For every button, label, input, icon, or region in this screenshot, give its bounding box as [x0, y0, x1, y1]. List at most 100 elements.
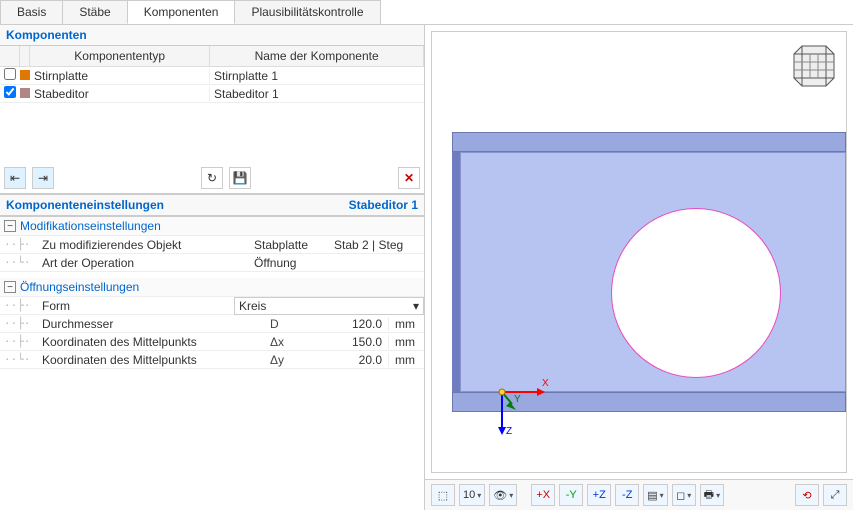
settings-title: Komponenteneinstellungen	[6, 198, 164, 212]
reset-icon: ⟲	[802, 489, 811, 502]
components-title: Komponenten	[6, 28, 87, 42]
components-header: Komponenten	[0, 25, 424, 46]
tree-icon: ··├·	[0, 335, 40, 348]
view-visibility-button[interactable]: 👁▾	[489, 484, 517, 506]
prop-extra: Stab 2 | Steg	[334, 238, 424, 252]
group-label: Modifikationseinstellungen	[20, 219, 161, 233]
cube-icon: ◻	[676, 489, 685, 502]
row-checkbox[interactable]	[4, 86, 16, 98]
chevron-down-icon: ▾	[687, 491, 691, 500]
prop-row[interactable]: ··└· Koordinaten des Mittelpunkts Δy 20.…	[0, 351, 424, 369]
move-last-button[interactable]: ⇥	[32, 167, 54, 189]
tab-basis[interactable]: Basis	[0, 0, 63, 24]
view-expand-button[interactable]: ⤢	[823, 484, 847, 506]
view-reset-button[interactable]: ⟲	[795, 484, 819, 506]
chevron-down-icon: ▾	[477, 491, 481, 500]
prop-row[interactable]: ··├· Form Kreis ▾	[0, 297, 424, 315]
group-label: Öffnungseinstellungen	[20, 280, 139, 294]
row-type: Stirnplatte	[30, 69, 209, 83]
delete-button[interactable]: ✕	[398, 167, 420, 189]
prop-symbol: Δx	[270, 335, 298, 349]
view-zoom-button[interactable]: 10▾	[459, 484, 485, 506]
move-first-button[interactable]: ⇤	[4, 167, 26, 189]
prop-row[interactable]: ··├· Durchmesser D 120.0 mm	[0, 315, 424, 333]
axis-gizmo: X Y Z	[482, 372, 552, 442]
svg-text:Y: Y	[514, 394, 521, 405]
eye-icon: 👁	[493, 489, 507, 502]
prop-unit: mm	[388, 317, 424, 331]
chevron-down-icon: ▾	[413, 299, 419, 313]
prop-unit: mm	[388, 353, 424, 367]
prop-value: 150.0	[298, 335, 388, 349]
col-check	[0, 46, 20, 66]
row-name: Stirnplatte 1	[209, 69, 424, 83]
view-zneg-button[interactable]: -Z	[615, 484, 639, 506]
view-ypos-button[interactable]: -Y	[559, 484, 583, 506]
chevron-down-icon: ▾	[509, 491, 513, 500]
table-row[interactable]: Stirnplatte Stirnplatte 1	[0, 67, 424, 85]
right-panel: X Y Z ⬚ 10▾ 👁▾ +X -Y +Z -Z ▤▾ ◻▾ 🖶▾ ⟲	[425, 25, 853, 510]
view-render-button[interactable]: ▤▾	[643, 484, 667, 506]
render-icon: ▤	[647, 489, 657, 502]
view-zpos-button[interactable]: +Z	[587, 484, 611, 506]
viewcube-icon[interactable]	[790, 40, 838, 88]
shape-select[interactable]: Kreis ▾	[234, 297, 424, 315]
col-color	[20, 46, 30, 66]
prop-name: Zu modifizierendes Objekt	[40, 238, 226, 252]
axis-label: -Y	[566, 489, 577, 501]
color-swatch	[20, 70, 30, 80]
prop-row[interactable]: ··├· Koordinaten des Mittelpunkts Δx 150…	[0, 333, 424, 351]
view-cube-button[interactable]: ◻▾	[672, 484, 696, 506]
tree-icon: ··├·	[0, 238, 40, 251]
col-name: Name der Komponente	[210, 46, 424, 66]
tree-icon: ··└·	[0, 353, 40, 366]
group-header-opening[interactable]: − Öffnungseinstellungen	[0, 278, 424, 297]
prop-symbol: D	[270, 317, 298, 331]
refresh-icon: ↻	[207, 171, 217, 185]
tab-komponenten[interactable]: Komponenten	[127, 0, 236, 24]
collapse-icon: −	[4, 220, 16, 232]
iso-icon: ⬚	[438, 489, 448, 502]
chevron-down-icon: ▾	[716, 491, 720, 500]
collapse-icon: −	[4, 281, 16, 293]
settings-header: Komponenteneinstellungen Stabeditor 1	[0, 195, 424, 216]
view-iso-button[interactable]: ⬚	[431, 484, 455, 506]
tab-staebe[interactable]: Stäbe	[62, 0, 127, 24]
view-toolbar: ⬚ 10▾ 👁▾ +X -Y +Z -Z ▤▾ ◻▾ 🖶▾ ⟲ ⤢	[425, 479, 853, 510]
prop-value: Stabplatte	[254, 238, 334, 252]
prop-row[interactable]: ··└· Art der Operation Öffnung	[0, 254, 424, 272]
row-type: Stabeditor	[30, 87, 209, 101]
tree-icon: ··├·	[0, 317, 40, 330]
axis-label: +X	[536, 489, 550, 501]
prop-name: Form	[40, 299, 206, 313]
svg-text:Z: Z	[506, 426, 512, 437]
prop-name: Durchmesser	[40, 317, 270, 331]
save-button[interactable]: 💾	[229, 167, 251, 189]
components-table-head: Komponententyp Name der Komponente	[0, 46, 424, 67]
tree-icon: ··├·	[0, 299, 40, 312]
zoom-label: 10	[463, 489, 475, 501]
refresh-button[interactable]: ↻	[201, 167, 223, 189]
prop-row[interactable]: ··├· Zu modifizierendes Objekt Stabplatt…	[0, 236, 424, 254]
prop-value: Öffnung	[254, 256, 334, 270]
settings-context: Stabeditor 1	[349, 198, 418, 212]
expand-icon: ⤢	[831, 489, 840, 502]
table-row[interactable]: Stabeditor Stabeditor 1	[0, 85, 424, 103]
chevron-down-icon: ▾	[660, 491, 664, 500]
prop-name: Art der Operation	[40, 256, 226, 270]
beam-web	[460, 152, 846, 392]
3d-viewport[interactable]: X Y Z	[431, 31, 847, 473]
prop-symbol: Δy	[270, 353, 298, 367]
row-checkbox[interactable]	[4, 68, 16, 80]
group-header-modification[interactable]: − Modifikationseinstellungen	[0, 217, 424, 236]
arrow-right-icon: ⇥	[38, 171, 48, 185]
svg-text:X: X	[542, 378, 549, 389]
prop-value: 120.0	[298, 317, 388, 331]
view-print-button[interactable]: 🖶▾	[700, 484, 724, 506]
save-icon: 💾	[233, 171, 248, 185]
view-xpos-button[interactable]: +X	[531, 484, 555, 506]
col-type: Komponententyp	[30, 46, 210, 66]
left-panel: Komponenten Komponententyp Name der Komp…	[0, 25, 425, 510]
settings-tree: − Modifikationseinstellungen ··├· Zu mod…	[0, 216, 424, 510]
tab-plausibilitaet[interactable]: Plausibilitätskontrolle	[234, 0, 380, 24]
